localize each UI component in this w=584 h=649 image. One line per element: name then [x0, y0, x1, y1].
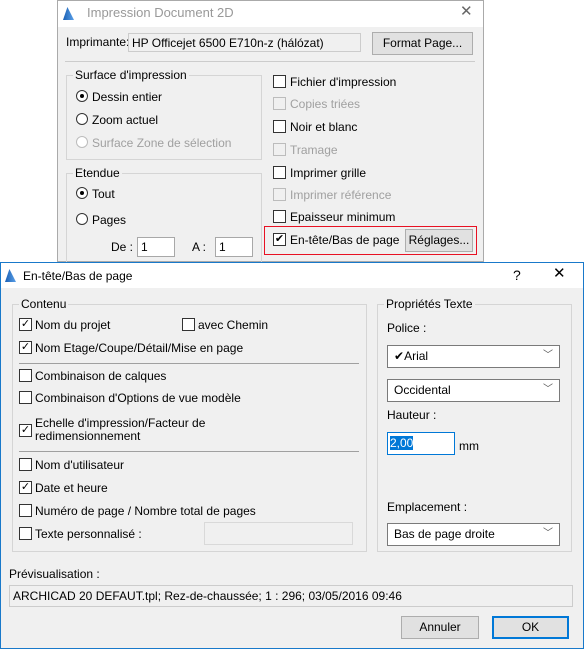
checkbox-epaisseur[interactable]: [273, 210, 286, 223]
checkbox-label: Combinaison de calques: [35, 369, 167, 383]
position-label: Emplacement :: [387, 500, 468, 514]
divider: [19, 363, 359, 364]
radio-surface-zone[interactable]: [76, 136, 88, 148]
radio-tout[interactable]: [76, 187, 88, 199]
height-input[interactable]: 2,00: [387, 432, 455, 455]
cancel-button[interactable]: Annuler: [401, 616, 479, 639]
checkbox-nom-projet[interactable]: ✓: [19, 318, 32, 331]
radio-pages[interactable]: [76, 213, 88, 225]
radio-label: Pages: [92, 213, 127, 227]
charset-select[interactable]: Occidental ﹀: [387, 379, 560, 402]
checkbox-date-heure[interactable]: ✓: [19, 481, 32, 494]
checkbox-label: Tramage: [290, 143, 338, 157]
position-select[interactable]: Bas de page droite ﹀: [387, 523, 560, 546]
archicad-logo-icon: [5, 269, 16, 282]
help-button[interactable]: ?: [513, 268, 521, 282]
checkbox-label: Imprimer grille: [290, 166, 367, 180]
font-select[interactable]: ✔Arial ﹀: [387, 345, 560, 368]
radio-label: Dessin entier: [92, 90, 163, 104]
format-page-button[interactable]: Format Page...: [372, 32, 473, 55]
check-icon: ✔: [394, 349, 405, 363]
radio-dessin-entier[interactable]: [76, 90, 88, 102]
title-bar: En-tête/Bas de page ? ✕: [1, 263, 583, 288]
checkbox-texte-perso[interactable]: [19, 527, 32, 540]
checkbox-label: Copies triées: [290, 97, 361, 111]
checkbox-utilisateur[interactable]: [19, 458, 32, 471]
checkbox-avec-chemin[interactable]: [182, 318, 195, 331]
chevron-down-icon: ﹀: [543, 528, 553, 539]
checkbox-numero-page[interactable]: [19, 504, 32, 517]
checkbox-label: avec Chemin: [198, 318, 269, 332]
chevron-down-icon: ﹀: [543, 350, 553, 361]
close-icon[interactable]: ✕: [553, 266, 566, 281]
to-input[interactable]: 1: [215, 237, 253, 257]
preview-label: Prévisualisation :: [9, 567, 100, 581]
printer-field: HP Officejet 6500 E710n-z (hálózat): [128, 33, 361, 52]
preview-field: ARCHICAD 20 DEFAUT.tpl; Rez-de-chaussée;…: [9, 585, 573, 607]
checkbox-label: Echelle d'impression/Facteur de: [35, 416, 206, 430]
divider: [65, 61, 475, 62]
checkbox-label: Date et heure: [35, 481, 108, 495]
dialog-title: Impression Document 2D: [87, 5, 234, 20]
checkbox-label: Fichier d'impression: [290, 75, 397, 89]
checkbox-options-vue[interactable]: [19, 391, 32, 404]
radio-label: Surface Zone de sélection: [92, 136, 232, 150]
dialog-title: En-tête/Bas de page: [23, 269, 133, 283]
close-icon[interactable]: ✕: [460, 4, 473, 19]
checkbox-label: Combinaison d'Options de vue modèle: [35, 391, 241, 405]
checkbox-label: Nom d'utilisateur: [35, 458, 124, 472]
checkbox-label: En-tête/Bas de page: [290, 233, 400, 247]
radio-label: Tout: [92, 187, 115, 201]
divider: [19, 451, 359, 452]
checkbox-label: Numéro de page / Nombre total de pages: [35, 504, 256, 518]
checkbox-noir-blanc[interactable]: [273, 120, 286, 133]
from-label: De :: [111, 240, 134, 254]
title-bar: Impression Document 2D ✕: [58, 1, 483, 27]
from-input[interactable]: 1: [137, 237, 175, 257]
checkbox-label: Nom du projet: [35, 318, 111, 332]
checkbox-nom-etage[interactable]: ✓: [19, 341, 32, 354]
font-label: Police :: [387, 321, 427, 335]
checkbox-entete[interactable]: ✔: [273, 233, 286, 246]
settings-button[interactable]: Réglages...: [405, 229, 473, 252]
text-properties-group: Propriétés Texte: [377, 297, 572, 552]
checkbox-grille[interactable]: [273, 166, 286, 179]
checkbox-echelle[interactable]: ✓: [19, 424, 32, 437]
checkbox-label: Noir et blanc: [290, 120, 358, 134]
checkbox-label: Texte personnalisé :: [35, 527, 142, 541]
checkbox-copies[interactable]: [273, 97, 286, 110]
printer-label: Imprimante:: [66, 35, 130, 49]
custom-text-input[interactable]: [204, 522, 353, 545]
checkbox-tramage[interactable]: [273, 143, 286, 156]
height-label: Hauteur :: [387, 408, 437, 422]
chevron-down-icon: ﹀: [543, 384, 553, 395]
checkbox-calques[interactable]: [19, 369, 32, 382]
checkbox-label: Nom Etage/Coupe/Détail/Mise en page: [35, 341, 244, 355]
checkbox-reference[interactable]: [273, 188, 286, 201]
height-unit: mm: [459, 439, 479, 453]
checkbox-label: redimensionnement: [35, 429, 141, 443]
to-label: A :: [192, 240, 207, 254]
radio-zoom-actuel[interactable]: [76, 113, 88, 125]
checkbox-fichier[interactable]: [273, 75, 286, 88]
archicad-logo-icon: [63, 7, 74, 20]
checkbox-label: Epaisseur minimum: [290, 210, 396, 224]
checkbox-label: Imprimer référence: [290, 188, 392, 202]
ok-button[interactable]: OK: [492, 616, 569, 639]
radio-label: Zoom actuel: [92, 113, 159, 127]
